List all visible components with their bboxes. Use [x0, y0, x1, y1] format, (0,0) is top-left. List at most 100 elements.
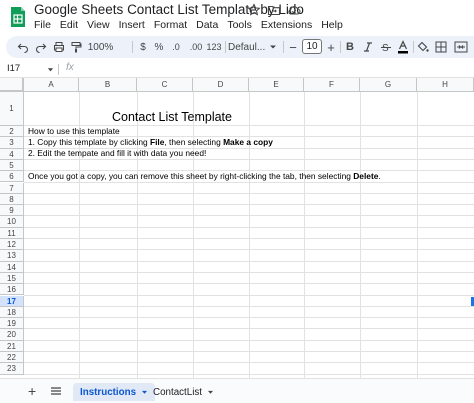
spreadsheet-grid[interactable]: A B C D E F G H 1 2 3 4 5 6 7 8 9 10 11 12 13 14 15 16 1…: [0, 78, 474, 378]
bold-button[interactable]: B: [345, 39, 355, 55]
menu-file[interactable]: File: [34, 19, 51, 31]
column-header-c[interactable]: C: [137, 78, 193, 92]
row-header-2[interactable]: 2: [0, 126, 24, 138]
cell-a3[interactable]: 1. Copy this template by clicking File, …: [28, 137, 273, 147]
row-header-12[interactable]: 12: [0, 239, 24, 251]
name-box[interactable]: I17: [7, 63, 20, 74]
row-header-14[interactable]: 14: [0, 261, 24, 273]
add-sheet-button[interactable]: +: [28, 384, 36, 398]
column-header-e[interactable]: E: [249, 78, 304, 92]
row-header-18[interactable]: 18: [0, 306, 24, 319]
make-copy-bold-text: Make a copy: [223, 137, 273, 147]
row-header-11[interactable]: 11: [0, 227, 24, 239]
row-header-21[interactable]: 21: [0, 340, 24, 352]
cell-a4[interactable]: 2. Edit the tempate and fill it with dat…: [28, 148, 206, 158]
row-header-4[interactable]: 4: [0, 148, 24, 160]
font-select[interactable]: Defaul...: [228, 39, 280, 55]
select-all-corner[interactable]: [0, 78, 24, 92]
sheet-title-cell[interactable]: Contact List Template: [112, 110, 232, 124]
row-gridline: [24, 215, 474, 217]
column-header-f[interactable]: F: [304, 78, 360, 92]
cloud-saved-icon[interactable]: [287, 3, 301, 17]
row-header-16[interactable]: 16: [0, 284, 24, 296]
decrease-decimal-button[interactable]: .0: [170, 39, 182, 55]
column-gridline: [304, 92, 305, 378]
text-color-icon[interactable]: [397, 39, 409, 55]
title-actions: [247, 3, 301, 17]
borders-icon[interactable]: [435, 39, 447, 55]
toolbar-divider: [132, 41, 133, 53]
column-gridline: [360, 92, 361, 378]
column-header-a[interactable]: A: [24, 78, 79, 92]
row-header-13[interactable]: 13: [0, 250, 24, 262]
zoom-select[interactable]: 100%: [88, 39, 118, 55]
row-gridline: [24, 170, 474, 172]
cell-a6[interactable]: Once you got a copy, you can remove this…: [28, 171, 381, 181]
row-header-23[interactable]: 23: [0, 363, 24, 375]
tab-instructions-label: Instructions: [80, 386, 137, 398]
column-header-b[interactable]: B: [79, 78, 137, 92]
print-icon[interactable]: [52, 39, 66, 55]
increase-font-size-button[interactable]: +: [326, 39, 336, 55]
menu-insert[interactable]: Insert: [119, 19, 145, 31]
column-header-h[interactable]: H: [417, 78, 474, 92]
sheets-logo-icon[interactable]: [10, 6, 26, 28]
formula-bar: I17 fx: [0, 61, 474, 78]
cell-a2[interactable]: How to use this template: [28, 126, 120, 136]
menu-data[interactable]: Data: [196, 19, 218, 31]
menu-tools[interactable]: Tools: [227, 19, 252, 31]
row-header-8[interactable]: 8: [0, 193, 24, 206]
row-header-20[interactable]: 20: [0, 329, 24, 341]
merge-icon[interactable]: [454, 39, 468, 55]
menu-edit[interactable]: Edit: [60, 19, 78, 31]
star-icon[interactable]: [247, 3, 261, 17]
row-header-10[interactable]: 10: [0, 216, 24, 228]
tab-contactlist-label: ContactList: [153, 386, 203, 398]
menu-extensions[interactable]: Extensions: [261, 19, 312, 31]
fill-color-icon[interactable]: [417, 39, 429, 55]
row-header-6[interactable]: 6: [0, 171, 24, 183]
row-gridline: [24, 226, 474, 228]
tab-instructions[interactable]: Instructions: [73, 383, 156, 401]
redo-icon[interactable]: [34, 39, 48, 55]
font-value: Defaul...: [228, 41, 266, 53]
column-header-g[interactable]: G: [360, 78, 417, 92]
undo-icon[interactable]: [16, 39, 30, 55]
chevron-down-icon[interactable]: [47, 67, 54, 73]
row-header-19[interactable]: 19: [0, 318, 24, 330]
all-sheets-menu-icon[interactable]: [51, 387, 61, 395]
menu-format[interactable]: Format: [154, 19, 187, 31]
currency-format-button[interactable]: $: [138, 39, 148, 55]
row-gridline: [24, 373, 474, 375]
row-header-7[interactable]: 7: [0, 182, 24, 194]
toolbar-divider: [225, 41, 226, 53]
row-header-15[interactable]: 15: [0, 272, 24, 285]
row-header-9[interactable]: 9: [0, 205, 24, 217]
decrease-font-size-button[interactable]: −: [288, 39, 298, 55]
row-header-1[interactable]: 1: [0, 92, 24, 126]
row-header-5[interactable]: 5: [0, 159, 24, 172]
strikethrough-icon[interactable]: S: [380, 39, 392, 55]
increase-decimal-button[interactable]: .00: [188, 39, 204, 55]
italic-icon[interactable]: [363, 39, 373, 55]
tab-contactlist[interactable]: ContactList: [146, 383, 221, 401]
row-header-22[interactable]: 22: [0, 352, 24, 364]
row-header-3[interactable]: 3: [0, 137, 24, 149]
more-formats-button[interactable]: 123: [206, 39, 222, 55]
font-size-input[interactable]: 10: [302, 39, 322, 54]
column-header-d[interactable]: D: [193, 78, 249, 92]
row-gridline: [24, 328, 474, 330]
row-gridline: [24, 260, 474, 262]
move-to-folder-icon[interactable]: [267, 3, 281, 17]
row-gridline: [24, 181, 474, 183]
menu-view[interactable]: View: [87, 19, 110, 31]
row-header-17[interactable]: 17: [0, 295, 24, 307]
menu-help[interactable]: Help: [321, 19, 343, 31]
row-gridline: [24, 125, 474, 126]
row-gridline: [24, 283, 474, 285]
formula-input[interactable]: [84, 62, 464, 76]
paint-format-icon[interactable]: [69, 39, 83, 55]
zoom-value: 100%: [87, 41, 114, 53]
toolbar: 100% $ % .0 .00 123 Defaul... − 10 + B S: [6, 36, 474, 58]
percent-format-button[interactable]: %: [154, 39, 164, 55]
